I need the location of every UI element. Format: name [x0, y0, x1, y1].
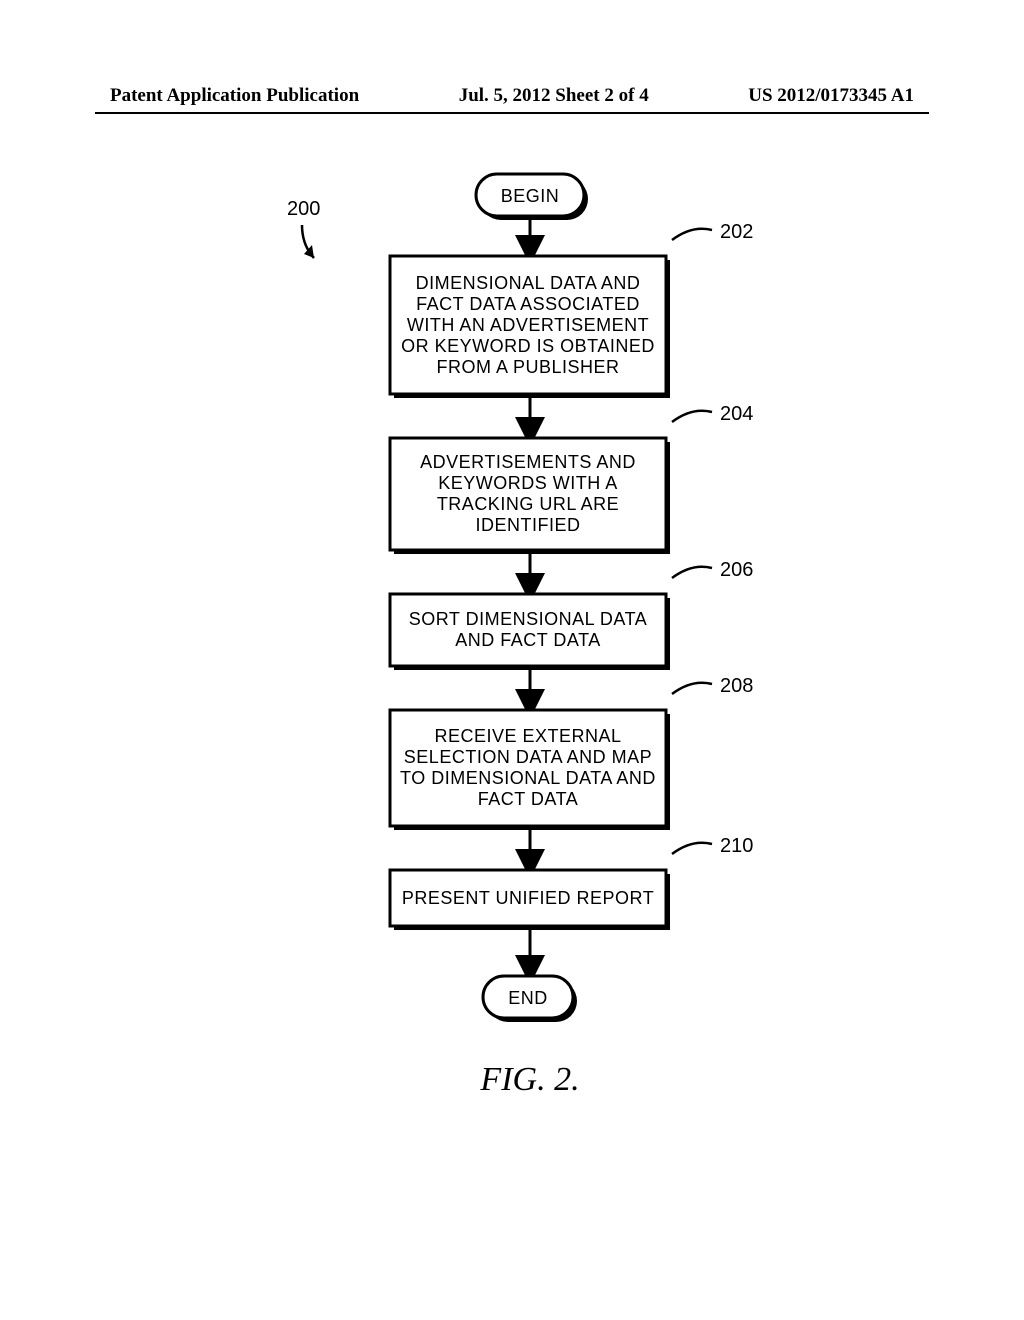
step-2-box: ADVERTISEMENTS AND KEYWORDS WITH A TRACK…: [390, 438, 670, 554]
step-2-text: ADVERTISEMENTS AND KEYWORDS WITH A TRACK…: [394, 452, 662, 536]
end-label: END: [508, 988, 548, 1008]
header-mid: Jul. 5, 2012 Sheet 2 of 4: [459, 85, 649, 107]
step-3-box: SORT DIMENSIONAL DATA AND FACT DATA: [390, 594, 670, 670]
end-node: END: [483, 976, 577, 1022]
header-left: Patent Application Publication: [110, 85, 359, 107]
step-5-box: PRESENT UNIFIED REPORT: [390, 870, 670, 930]
ref-204: 204: [720, 403, 753, 425]
begin-label: BEGIN: [501, 186, 560, 206]
step-3-text: SORT DIMENSIONAL DATA AND FACT DATA: [394, 609, 662, 651]
figure-caption: FIG. 2.: [479, 1061, 579, 1098]
step-4-text: RECEIVE EXTERNAL SELECTION DATA AND MAP …: [394, 726, 662, 810]
ref-210: 210: [720, 835, 753, 857]
step-1-text: DIMENSIONAL DATA AND FACT DATA ASSOCIATE…: [394, 273, 662, 378]
header-rule: [95, 112, 929, 114]
step-5-text: PRESENT UNIFIED REPORT: [402, 888, 654, 909]
diagram-ref-200: 200: [287, 198, 320, 220]
ref-208: 208: [720, 675, 753, 697]
page-header: Patent Application Publication Jul. 5, 2…: [0, 85, 1024, 107]
step-1-box: DIMENSIONAL DATA AND FACT DATA ASSOCIATE…: [390, 256, 670, 398]
ref-206: 206: [720, 559, 753, 581]
page: Patent Application Publication Jul. 5, 2…: [0, 0, 1024, 1320]
step-4-box: RECEIVE EXTERNAL SELECTION DATA AND MAP …: [390, 710, 670, 830]
header-right: US 2012/0173345 A1: [748, 85, 914, 107]
ref-202: 202: [720, 221, 753, 243]
begin-node: BEGIN: [476, 174, 588, 220]
flowchart: 200 BEGIN 202 DIMENSIONAL DATA AND FACT …: [0, 170, 1024, 1250]
